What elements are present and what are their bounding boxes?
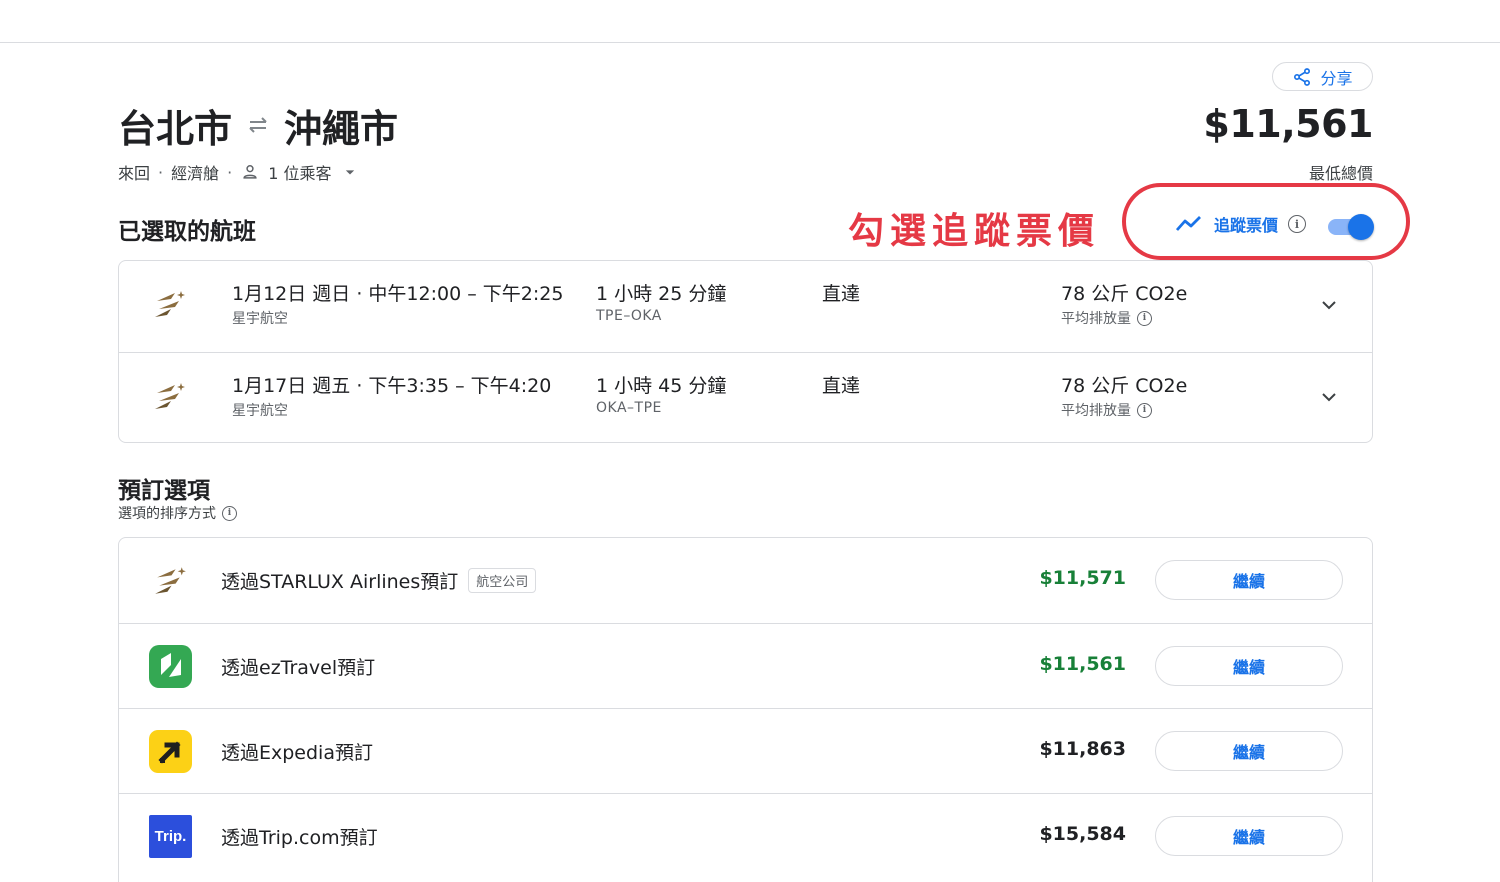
option-name-text: 透過Expedia預訂 bbox=[221, 742, 373, 764]
flight-duration: 1 小時 25 分鐘 bbox=[596, 283, 727, 305]
flight-co2-label: 平均排放量 i bbox=[1061, 400, 1152, 420]
info-icon[interactable]: i bbox=[222, 505, 237, 521]
share-icon bbox=[1294, 67, 1311, 86]
flight-airline: 星宇航空 bbox=[232, 311, 288, 327]
chevron-down-icon[interactable] bbox=[1317, 385, 1341, 409]
toggle-knob bbox=[1348, 214, 1374, 240]
info-icon[interactable]: i bbox=[1137, 310, 1152, 326]
option-name: 透過ezTravel預訂 bbox=[221, 653, 375, 680]
continue-button[interactable]: 繼續 bbox=[1155, 816, 1343, 856]
continue-button[interactable]: 繼續 bbox=[1155, 646, 1343, 686]
sort-options-label[interactable]: 選項的排序方式 i bbox=[118, 503, 237, 523]
flight-stops: 直達 bbox=[822, 375, 861, 397]
person-icon bbox=[243, 165, 257, 179]
flight-time: 1月17日 週五 · 下午3:35 – 下午4:20 bbox=[232, 375, 552, 397]
flight-airline: 星宇航空 bbox=[232, 403, 288, 419]
option-price: $11,571 bbox=[1039, 567, 1126, 589]
separator-dot: · bbox=[158, 162, 164, 182]
flight-route-code: OKA–TPE bbox=[596, 400, 662, 416]
option-name: 透過Trip.com預訂 bbox=[221, 823, 378, 850]
lowest-price-label: 最低總價 bbox=[1308, 164, 1373, 183]
chevron-down-icon[interactable] bbox=[1317, 293, 1341, 317]
lowest-price: $11,561 bbox=[1203, 102, 1373, 146]
tripcom-icon: Trip. bbox=[149, 815, 192, 858]
passenger-count[interactable]: 1 位乘客 bbox=[268, 160, 331, 184]
info-icon[interactable]: i bbox=[1288, 215, 1307, 233]
option-name: 透過STARLUX Airlines預訂 航空公司 bbox=[221, 567, 537, 594]
trip-meta: 來回 · 經濟艙 · 1 位乘客 bbox=[118, 160, 360, 184]
trip-type: 來回 bbox=[118, 164, 151, 183]
option-name-text: 透過Trip.com預訂 bbox=[221, 827, 378, 849]
flight-stops: 直達 bbox=[822, 283, 861, 305]
track-prices-label: 追蹤票價 bbox=[1214, 216, 1279, 235]
co2-label-text: 平均排放量 bbox=[1061, 311, 1131, 327]
expedia-icon bbox=[149, 730, 192, 773]
booking-options-list: 透過STARLUX Airlines預訂 航空公司 $11,571 繼續 透過e… bbox=[118, 537, 1373, 882]
info-icon[interactable]: i bbox=[1137, 402, 1152, 418]
flight-row[interactable]: 1月12日 週日 · 中午12:00 – 下午2:25 星宇航空 1 小時 25… bbox=[119, 261, 1372, 352]
share-button[interactable]: 分享 bbox=[1272, 62, 1373, 91]
selected-flights-card: 1月12日 週日 · 中午12:00 – 下午2:25 星宇航空 1 小時 25… bbox=[118, 260, 1373, 443]
option-price: $11,561 bbox=[1039, 653, 1126, 675]
flight-co2: 78 公斤 CO2e bbox=[1061, 283, 1188, 305]
airline-badge: 航空公司 bbox=[468, 568, 537, 593]
cabin-class: 經濟艙 bbox=[171, 164, 220, 183]
continue-button[interactable]: 繼續 bbox=[1155, 560, 1343, 600]
starlux-icon bbox=[155, 291, 185, 317]
co2-label-text: 平均排放量 bbox=[1061, 403, 1131, 419]
swap-arrows-icon bbox=[244, 111, 272, 139]
option-price: $11,863 bbox=[1039, 738, 1126, 760]
share-label: 分享 bbox=[1320, 68, 1353, 88]
flight-time: 1月12日 週日 · 中午12:00 – 下午2:25 bbox=[232, 283, 564, 305]
dropdown-arrow-icon[interactable] bbox=[340, 162, 360, 182]
option-name-text: 透過STARLUX Airlines預訂 bbox=[221, 571, 459, 593]
top-divider bbox=[0, 42, 1500, 43]
separator-dot: · bbox=[227, 162, 233, 182]
track-prices-toggle[interactable] bbox=[1328, 214, 1374, 240]
starlux-icon bbox=[155, 383, 185, 409]
booking-option: 透過STARLUX Airlines預訂 航空公司 $11,571 繼續 bbox=[119, 538, 1372, 623]
starlux-icon bbox=[155, 567, 186, 594]
booking-option: Trip. 透過Trip.com預訂 $15,584 繼續 bbox=[119, 793, 1372, 878]
continue-button[interactable]: 繼續 bbox=[1155, 731, 1343, 771]
annotation-text: 勾選追蹤票價 bbox=[848, 210, 1101, 252]
origin-city: 台北市 bbox=[118, 106, 233, 151]
eztravel-icon bbox=[149, 645, 192, 688]
track-prices[interactable]: 追蹤票價 i bbox=[1174, 212, 1307, 236]
flight-row[interactable]: 1月17日 週五 · 下午3:35 – 下午4:20 星宇航空 1 小時 45 … bbox=[119, 352, 1372, 443]
option-price: $15,584 bbox=[1039, 823, 1126, 845]
sort-label-text: 選項的排序方式 bbox=[118, 506, 216, 522]
flight-co2: 78 公斤 CO2e bbox=[1061, 375, 1188, 397]
selected-flights-title: 已選取的航班 bbox=[118, 219, 256, 245]
route-title: 台北市 沖繩市 bbox=[118, 100, 399, 151]
option-name: 透過Expedia預訂 bbox=[221, 738, 373, 765]
flight-route-code: TPE–OKA bbox=[596, 308, 662, 324]
trend-line-icon bbox=[1175, 216, 1201, 231]
destination-city: 沖繩市 bbox=[284, 106, 399, 151]
booking-option: 透過Expedia預訂 $11,863 繼續 bbox=[119, 708, 1372, 793]
booking-option: 透過ezTravel預訂 $11,561 繼續 bbox=[119, 623, 1372, 708]
flight-co2-label: 平均排放量 i bbox=[1061, 308, 1152, 328]
booking-options-title: 預訂選項 bbox=[118, 478, 210, 504]
flight-duration: 1 小時 45 分鐘 bbox=[596, 375, 727, 397]
option-name-text: 透過ezTravel預訂 bbox=[221, 657, 376, 679]
